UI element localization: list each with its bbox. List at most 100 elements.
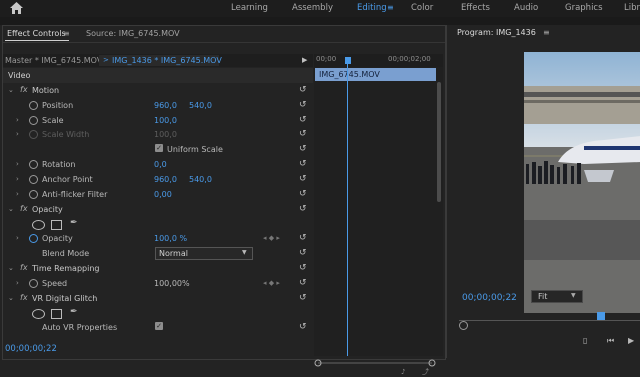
workspace-menu-icon[interactable]: ≡ [387,3,394,12]
chevron-right-icon[interactable]: › [16,175,19,183]
keyframe-navigator-icon[interactable]: ◂ ◆ ▸ [263,279,280,287]
panel-menu-icon[interactable]: ≡ [63,29,70,38]
property-row[interactable]: › Scale Width 100,0 ↺ [3,127,313,142]
step-back-icon[interactable]: ⏮ [607,336,614,346]
workspace-learning[interactable]: Learning [231,3,268,13]
reset-icon[interactable]: ↺ [299,189,308,199]
chevron-right-icon[interactable]: › [16,130,19,138]
playhead[interactable] [345,57,351,64]
property-row[interactable]: ✒ [3,217,313,232]
effect-row[interactable]: ⌄ fx VR Digital Glitch ↺ [3,291,313,306]
workspace-graphics[interactable]: Graphics [565,3,603,13]
property-row[interactable]: › Opacity 100,0 % ◂ ◆ ▸ ↺ [3,231,313,246]
chevron-right-icon[interactable]: › [16,116,19,124]
program-timecode[interactable]: 00;00;00;22 [462,293,517,303]
reset-icon[interactable]: ↺ [299,263,308,273]
reset-icon[interactable]: ↺ [299,100,308,110]
sequence-clip-label[interactable]: IMG_1436 * IMG_6745.MOV [112,56,222,65]
pen-mask-icon[interactable]: ✒ [70,218,78,228]
checkbox[interactable]: ✓ [155,322,163,331]
workspace-assembly[interactable]: Assembly [292,3,333,13]
reset-icon[interactable]: ↺ [299,322,308,332]
stopwatch-icon[interactable] [29,115,38,125]
property-value[interactable]: 960,0 [154,101,177,110]
property-value-y[interactable]: 540,0 [189,101,212,110]
fx-badge-icon[interactable]: fx [20,85,28,94]
effect-row[interactable]: ⌄ fx Motion ↺ [3,83,313,98]
property-row[interactable]: Uniform Scale ✓ ↺ [3,142,313,157]
current-timecode[interactable]: 00;00;00;22 [5,344,57,354]
chevron-down-icon[interactable]: ⌄ [8,294,14,302]
reset-icon[interactable]: ↺ [299,129,308,139]
property-value[interactable]: 0,00 [154,190,172,199]
reset-icon[interactable]: ↺ [299,204,308,214]
property-row[interactable]: Position 960,0 540,0 ↺ [3,98,313,113]
workspace-audio[interactable]: Audio [514,3,538,13]
reset-icon[interactable]: ↺ [299,159,308,169]
property-row[interactable]: › Anti-flicker Filter 0,00 ↺ [3,187,313,202]
reset-icon[interactable]: ↺ [299,144,308,154]
workspace-color[interactable]: Color [411,3,433,13]
tab-source[interactable]: Source: IMG_6745.MOV [86,29,180,38]
master-clip-label[interactable]: Master * IMG_6745.MOV [5,56,102,65]
panel-menu-icon[interactable]: ≡ [543,28,550,37]
stopwatch-icon[interactable] [29,174,38,184]
reset-icon[interactable]: ↺ [299,174,308,184]
property-value[interactable]: 100,0 [154,116,177,125]
workspace-editing[interactable]: Editing [357,3,387,13]
stopwatch-icon[interactable] [29,234,38,244]
workspace-effects[interactable]: Effects [461,3,490,13]
chevron-right-icon[interactable]: › [16,190,19,198]
reset-icon[interactable]: ↺ [299,115,308,125]
property-value[interactable]: 100,0 % [154,234,187,243]
keyframe-navigator-icon[interactable]: ◂ ◆ ▸ [263,234,280,242]
reset-icon[interactable]: ↺ [299,248,308,258]
checkbox[interactable]: ✓ [155,144,163,153]
stopwatch-icon[interactable] [29,189,38,199]
time-ruler[interactable]: 00;00 00;00;02;00 [314,54,443,67]
play-icon[interactable]: ▶ [628,336,634,345]
reset-icon[interactable]: ↺ [299,278,308,288]
scrub-start-handle[interactable] [459,321,468,330]
ellipse-mask-icon[interactable] [32,219,45,230]
chevron-right-icon[interactable]: › [16,234,19,242]
clip-bar[interactable]: IMG_6745.MOV [315,68,436,81]
tab-effect-controls[interactable]: Effect Controls [7,29,66,38]
stopwatch-icon[interactable] [29,278,38,288]
fx-badge-icon[interactable]: fx [20,263,28,272]
vertical-scrollbar[interactable] [437,82,441,202]
property-value[interactable]: 960,0 [154,175,177,184]
property-value[interactable]: 0,0 [154,160,167,169]
zoom-select[interactable]: Fit ▼ [531,290,583,303]
property-row[interactable]: › Rotation 0,0 ↺ [3,157,313,172]
blend-mode-select[interactable]: Normal ▼ [155,247,253,261]
property-row[interactable]: › Anchor Point 960,0 540,0 ↺ [3,172,313,187]
property-value[interactable]: 100,00% [154,279,190,288]
workspace-libraries[interactable]: Libr [624,3,640,13]
reset-icon[interactable]: ↺ [299,233,308,243]
chevron-down-icon[interactable]: ⌄ [8,86,14,94]
tab-program[interactable]: Program: IMG_1436 [457,28,536,37]
effect-timeline[interactable]: 00;00 00;00;02;00 IMG_6745.MOV ♪ ⤴ [314,54,443,376]
export-icon[interactable]: ⤴ [422,367,429,377]
effect-row[interactable]: ⌄ fx Opacity ↺ [3,202,313,217]
reset-icon[interactable]: ↺ [299,85,308,95]
scrub-bar[interactable] [459,320,640,321]
reset-icon[interactable]: ↺ [299,293,308,303]
effect-row[interactable]: ⌄ fx Time Remapping ↺ [3,261,313,276]
chevron-down-icon[interactable]: ⌄ [8,205,14,213]
property-row[interactable]: Blend Mode Normal ▼ ↺ [3,246,313,261]
stopwatch-icon[interactable] [29,130,38,140]
chevron-right-icon[interactable]: › [16,160,19,168]
program-playhead[interactable] [597,312,605,320]
rectangle-mask-icon[interactable] [51,308,62,319]
fx-badge-icon[interactable]: fx [20,204,28,213]
stopwatch-icon[interactable] [29,100,38,110]
property-row[interactable]: Auto VR Properties ✓ ↺ [3,320,313,335]
home-icon[interactable] [10,2,23,14]
property-row[interactable]: › Speed 100,00% ◂ ◆ ▸ ↺ [3,276,313,291]
property-value-y[interactable]: 540,0 [189,175,212,184]
mark-in-icon[interactable]: ▯ [583,336,587,345]
ellipse-mask-icon[interactable] [32,308,45,319]
audio-icon[interactable]: ♪ [401,368,405,376]
